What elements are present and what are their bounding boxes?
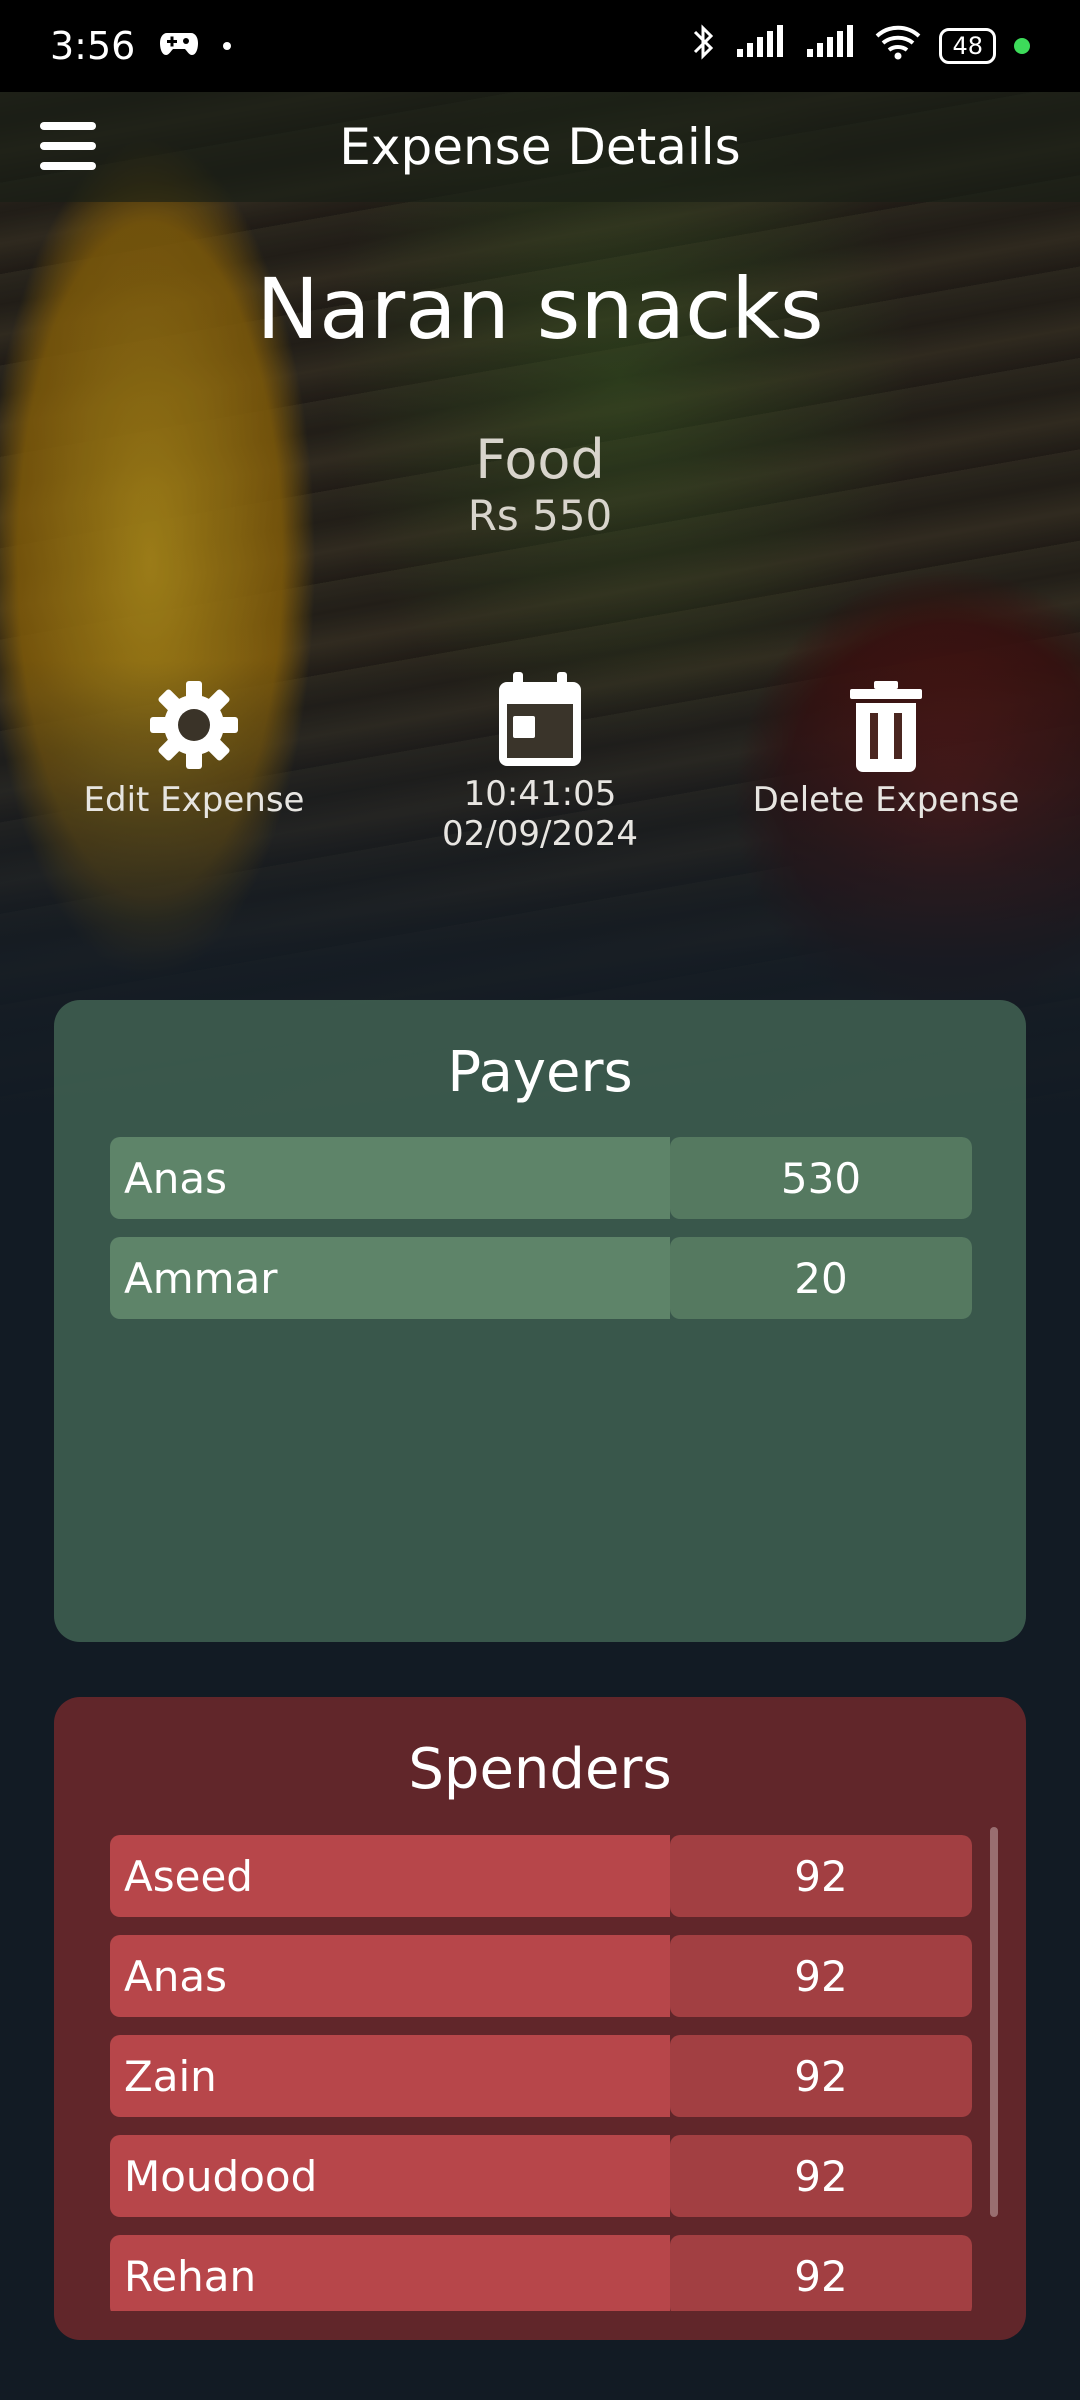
expense-time: 10:41:05 <box>463 774 617 814</box>
spenders-title: Spenders <box>408 1737 672 1802</box>
payers-list: Anas 530 Ammar 20 <box>110 1137 972 1337</box>
calendar-icon <box>380 670 700 770</box>
spender-name: Aseed <box>110 1835 670 1917</box>
wifi-icon <box>875 24 921 68</box>
status-bar: 3:56 48 <box>0 0 1080 92</box>
date-display: 10:41:05 02/09/2024 <box>380 670 700 854</box>
expense-date: 02/09/2024 <box>442 814 638 854</box>
trash-icon <box>726 670 1046 780</box>
spender-row[interactable]: Moudood 92 <box>110 2135 972 2217</box>
page-title: Expense Details <box>339 118 741 176</box>
game-controller-icon <box>159 24 199 68</box>
spenders-scrollbar[interactable] <box>990 1827 998 2217</box>
payer-amount: 530 <box>670 1137 972 1219</box>
bluetooth-icon <box>689 22 717 70</box>
spenders-card: Spenders Aseed 92 Anas 92 Zain 92 Moudoo… <box>54 1697 1026 2340</box>
signal-icon <box>735 25 787 67</box>
payers-title: Payers <box>447 1040 633 1105</box>
payer-amount: 20 <box>670 1237 972 1319</box>
expense-category: Food <box>475 428 605 491</box>
spender-amount: 92 <box>670 2235 972 2311</box>
spender-row[interactable]: Aseed 92 <box>110 1835 972 1917</box>
spender-name: Rehan <box>110 2235 670 2311</box>
delete-expense-label: Delete Expense <box>752 780 1020 820</box>
status-time: 3:56 <box>50 24 136 68</box>
spender-amount: 92 <box>670 2035 972 2117</box>
edit-expense-button[interactable]: Edit Expense <box>34 670 354 820</box>
spender-amount: 92 <box>670 1835 972 1917</box>
edit-expense-label: Edit Expense <box>83 780 305 820</box>
spender-name: Zain <box>110 2035 670 2117</box>
payers-card: Payers Anas 530 Ammar 20 <box>54 1000 1026 1642</box>
spender-row[interactable]: Anas 92 <box>110 1935 972 2017</box>
spender-row[interactable]: Zain 92 <box>110 2035 972 2117</box>
expense-amount: Rs 550 <box>467 491 613 540</box>
spenders-list[interactable]: Aseed 92 Anas 92 Zain 92 Moudood 92 Reha… <box>110 1835 972 2311</box>
expense-header: Naran snacks Food Rs 550 <box>0 260 1080 540</box>
battery-indicator: 48 <box>939 28 996 64</box>
spender-name: Moudood <box>110 2135 670 2217</box>
gear-icon <box>34 670 354 780</box>
payer-row[interactable]: Ammar 20 <box>110 1237 972 1319</box>
signal-icon-2 <box>805 25 857 67</box>
delete-expense-button[interactable]: Delete Expense <box>726 670 1046 820</box>
spender-row[interactable]: Rehan 92 <box>110 2235 972 2311</box>
spender-amount: 92 <box>670 2135 972 2217</box>
app-bar: Expense Details <box>0 92 1080 202</box>
payer-row[interactable]: Anas 530 <box>110 1137 972 1219</box>
privacy-dot-icon <box>1014 38 1030 54</box>
spender-name: Anas <box>110 1935 670 2017</box>
spender-amount: 92 <box>670 1935 972 2017</box>
hamburger-menu-icon[interactable] <box>40 122 96 170</box>
action-row: Edit Expense 10:41:05 02/09/2024 Delete … <box>0 670 1080 880</box>
payer-name: Anas <box>110 1137 670 1219</box>
payer-name: Ammar <box>110 1237 670 1319</box>
notification-dot-icon <box>223 42 232 50</box>
expense-name: Naran snacks <box>256 260 824 358</box>
